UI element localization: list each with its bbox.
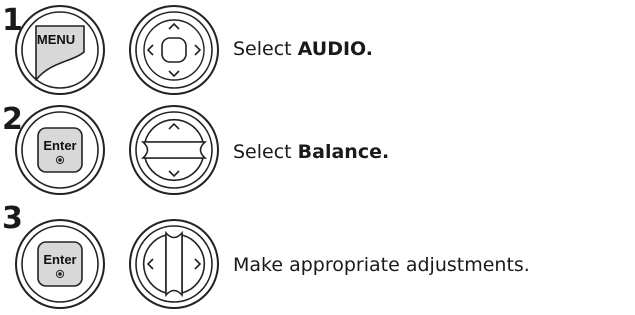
step-2: 2 Enter Select Balance. <box>0 105 635 205</box>
enter-button[interactable]: Enter <box>12 102 108 198</box>
enter-button-label: Enter <box>43 138 76 153</box>
enter-button-label: Enter <box>43 252 76 267</box>
dpad-all-directions-icon[interactable] <box>126 2 222 98</box>
menu-button[interactable]: MENU <box>12 2 108 98</box>
dpad-up-down-icon[interactable] <box>126 102 222 198</box>
caption-text: Select <box>233 38 298 60</box>
step-caption: Select Balance. <box>233 143 389 162</box>
caption-text: Select <box>233 141 298 163</box>
enter-button[interactable]: Enter <box>12 216 108 312</box>
step-1: 1 MENU Select AUDIO. <box>0 0 635 100</box>
step-caption: Select AUDIO. <box>233 40 373 59</box>
caption-bold-text: AUDIO. <box>297 38 373 60</box>
caption-bold-text: Balance. <box>297 141 390 163</box>
dpad-left-right-icon[interactable] <box>126 216 222 312</box>
step-3: 3 Enter Make appropriate adjustments. <box>0 204 635 312</box>
caption-text: Make appropriate adjustments. <box>233 254 530 276</box>
step-caption: Make appropriate adjustments. <box>233 256 530 275</box>
menu-button-label: MENU <box>37 32 75 47</box>
